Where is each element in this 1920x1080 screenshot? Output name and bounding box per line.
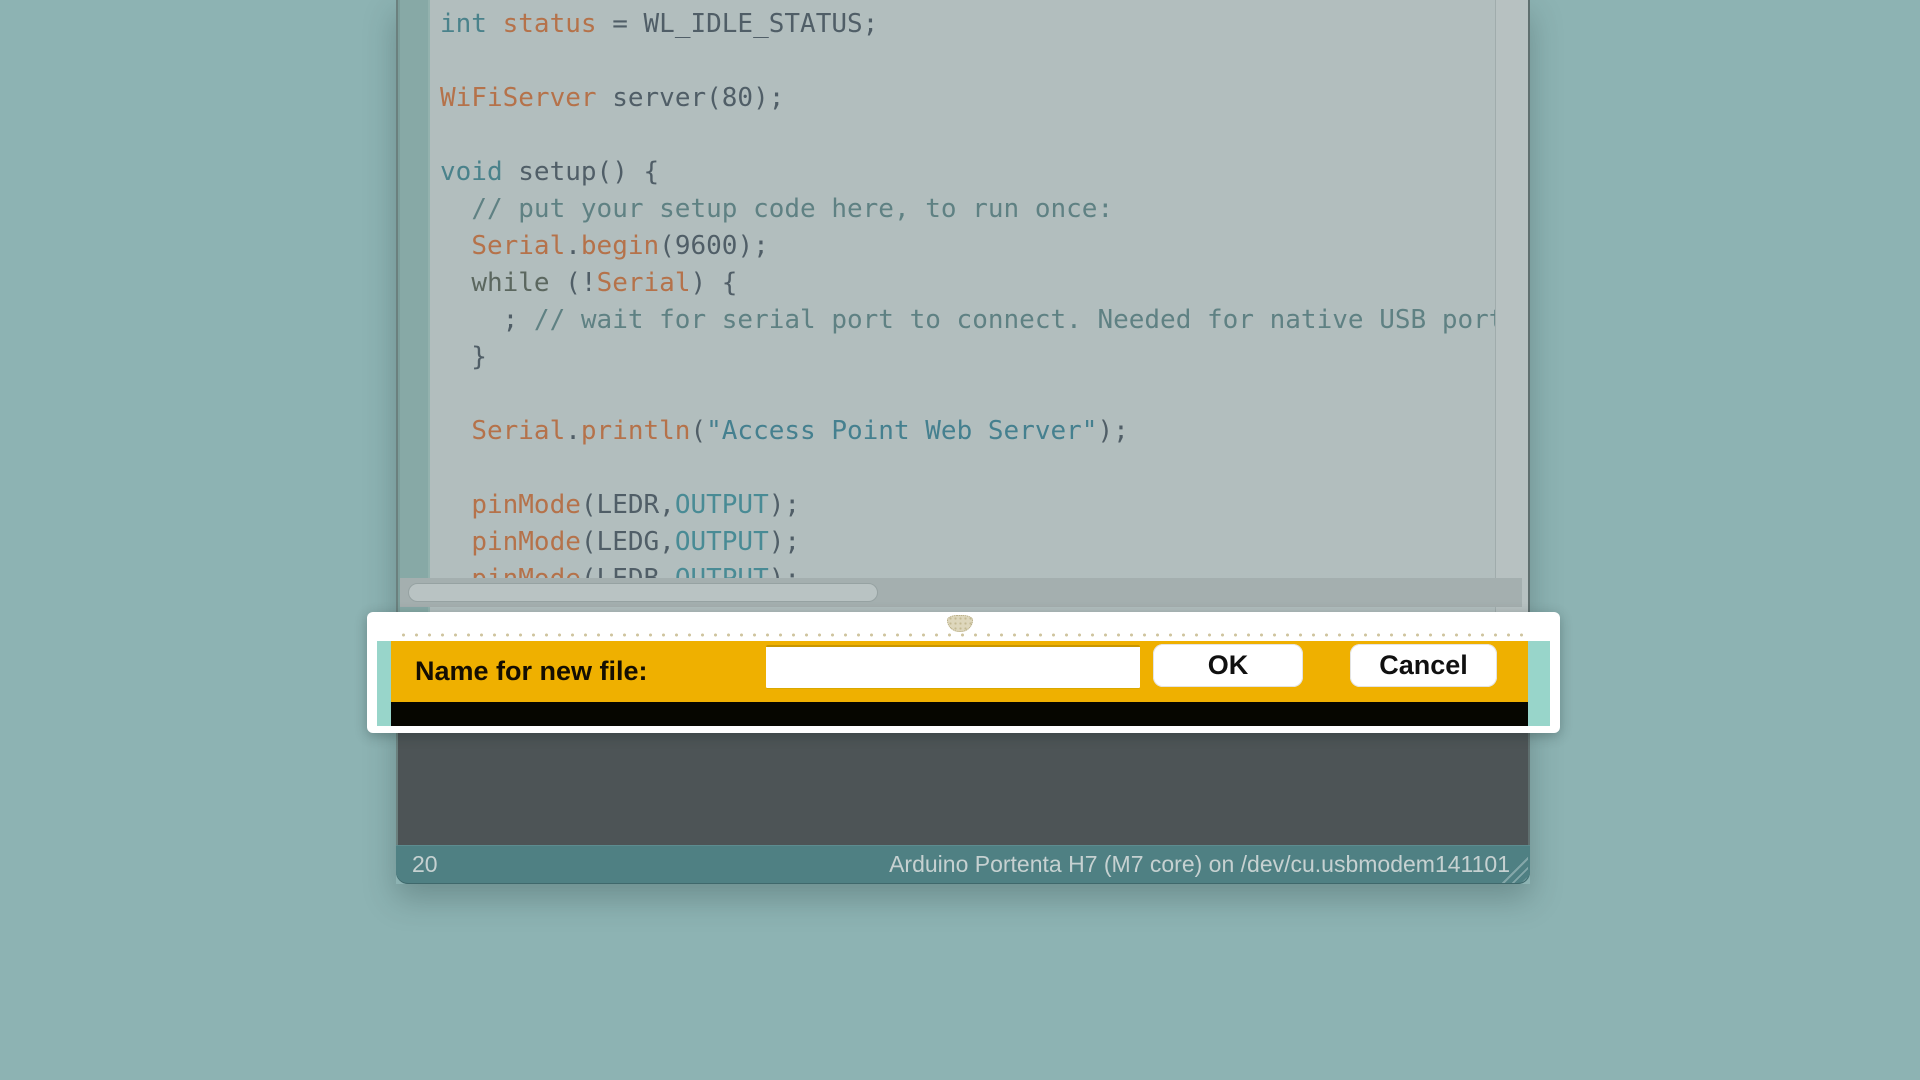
code-line: ; // wait for serial port to connect. Ne…: [440, 302, 1495, 339]
ok-button[interactable]: OK: [1153, 644, 1303, 687]
code-line: while (!Serial) {: [440, 265, 1495, 302]
code-line: pinMode(LEDG,OUTPUT);: [440, 524, 1495, 561]
code-line: Serial.println("Access Point Web Server"…: [440, 413, 1495, 450]
prompt-label: Name for new file:: [415, 641, 648, 702]
code-line: }: [440, 339, 1495, 376]
horizontal-scrollbar-thumb[interactable]: [408, 583, 878, 602]
code-line: [440, 117, 1495, 154]
editor-console-divider: [397, 633, 1527, 637]
cancel-button[interactable]: Cancel: [1350, 644, 1497, 687]
status-line-number: 20: [396, 851, 438, 878]
divider-grip-icon[interactable]: [947, 615, 973, 632]
code-line: void setup() {: [440, 154, 1495, 191]
code-line: [440, 43, 1495, 80]
code-line: [440, 376, 1495, 413]
status-board-info: Arduino Portenta H7 (M7 core) on /dev/cu…: [889, 851, 1530, 878]
horizontal-scrollbar[interactable]: [400, 578, 1522, 607]
frame-right-pad: [1528, 641, 1550, 726]
code-line: pinMode(LEDR,OUTPUT);: [440, 487, 1495, 524]
code-text: int status = WL_IDLE_STATUS; WiFiServer s…: [440, 6, 1495, 598]
console-collapsed-bar: [391, 702, 1528, 726]
new-file-prompt-bar: Name for new file: OK Cancel: [391, 641, 1528, 702]
code-editor[interactable]: int status = WL_IDLE_STATUS; WiFiServer s…: [430, 0, 1495, 613]
code-line: Serial.begin(9600);: [440, 228, 1495, 265]
desktop-background: int status = WL_IDLE_STATUS; WiFiServer s…: [0, 0, 1920, 1080]
code-line: [440, 450, 1495, 487]
code-line: int status = WL_IDLE_STATUS;: [440, 6, 1495, 43]
new-file-name-input[interactable]: [766, 645, 1140, 689]
arduino-ide-window: int status = WL_IDLE_STATUS; WiFiServer s…: [396, 0, 1530, 884]
code-line: WiFiServer server(80);: [440, 80, 1495, 117]
vertical-scrollbar-track[interactable]: [1495, 0, 1528, 613]
status-bar: 20 Arduino Portenta H7 (M7 core) on /dev…: [396, 845, 1530, 884]
frame-left-pad: [377, 641, 391, 726]
code-line: // put your setup code here, to run once…: [440, 191, 1495, 228]
prompt-highlight-frame: Name for new file: OK Cancel: [367, 612, 1560, 733]
